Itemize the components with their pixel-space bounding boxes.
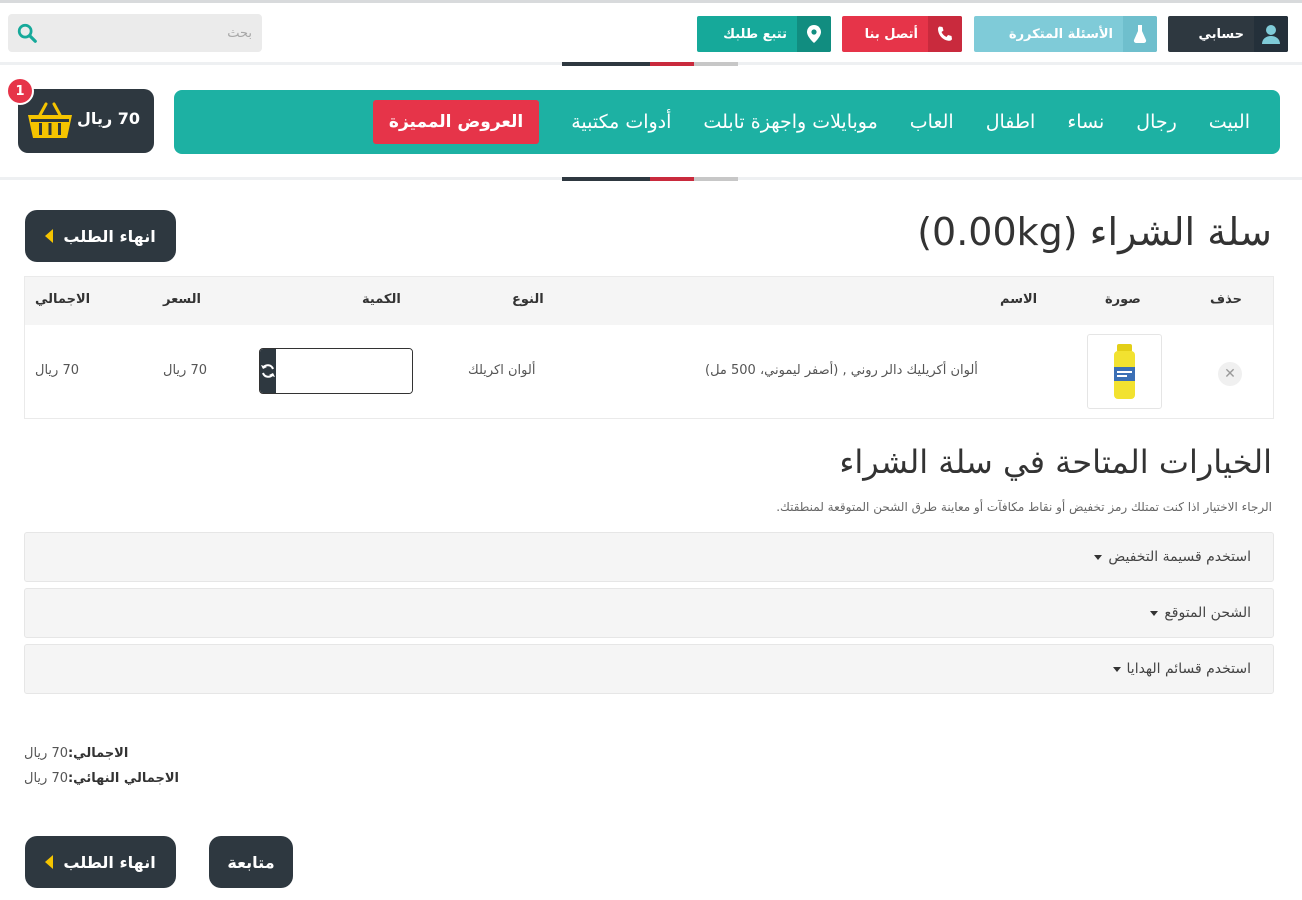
main-nav: البيت رجال نساء اطفال العاب موبايلات واج… — [174, 90, 1280, 154]
basket-icon — [28, 102, 72, 138]
table-header: حذف صورة الاسم النوع الكمية السعر الاجما… — [25, 277, 1273, 325]
product-total: 70 ريال — [35, 363, 79, 378]
header-image: صورة — [1105, 292, 1141, 307]
nav-item-kids[interactable]: اطفال — [986, 111, 1036, 133]
search-box — [8, 14, 262, 52]
decor-stripe — [562, 62, 738, 66]
product-thumbnail[interactable] — [1087, 334, 1162, 409]
flask-icon — [1123, 16, 1157, 52]
faq-button[interactable]: الأسئلة المتكررة — [974, 16, 1157, 52]
grand-total-value: 70 ريال — [24, 771, 68, 786]
quantity-field — [259, 348, 413, 394]
gift-voucher-panel-label: استخدم قسائم الهدايا — [1126, 661, 1251, 677]
totals-summary: الاجمالي: 70 ريال الاجمالي النهائي: 70 ر… — [24, 746, 179, 796]
remove-item-icon[interactable]: ✕ — [1218, 362, 1242, 386]
faq-label: الأسئلة المتكررة — [1008, 26, 1113, 42]
shipping-panel-label: الشحن المتوقع — [1164, 605, 1251, 621]
arrow-left-icon — [45, 229, 54, 243]
product-price: 70 ريال — [163, 363, 207, 378]
table-row: ✕ ألوان أكريليك دالر روني , (أصفر ليموني… — [25, 325, 1273, 418]
header-type: النوع — [512, 292, 544, 307]
caret-down-icon — [1112, 666, 1121, 672]
nav-item-offers[interactable]: العروض المميزة — [372, 100, 540, 144]
header-price: السعر — [163, 292, 201, 307]
product-type: ألوان اكريلك — [468, 363, 536, 378]
refresh-icon[interactable] — [260, 349, 276, 393]
end-order-button-top[interactable]: انهاء الطلب — [25, 210, 176, 262]
arrow-left-icon — [45, 855, 54, 869]
nav-item-women[interactable]: نساء — [1067, 111, 1104, 133]
cart-widget[interactable]: 1 70 ريال — [6, 77, 154, 153]
nav-item-home[interactable]: البيت — [1209, 111, 1250, 133]
cart-total-price: 70 ريال — [77, 109, 140, 128]
end-order-label: انهاء الطلب — [63, 852, 156, 872]
header-quantity: الكمية — [362, 292, 401, 307]
track-order-label: تتبع طلبك — [723, 26, 787, 42]
nav-item-office[interactable]: أدوات مكتبية — [571, 111, 671, 133]
grand-total-line: الاجمالي النهائي: 70 ريال — [24, 771, 179, 786]
shipping-panel[interactable]: الشحن المتوقع — [24, 588, 1274, 638]
header-delete: حذف — [1210, 292, 1242, 307]
navigation-area: 1 70 ريال البيت رجال نساء اطفال العاب مو… — [0, 62, 1302, 177]
my-account-button[interactable]: حسابي — [1168, 16, 1288, 52]
decor-stripe — [562, 177, 738, 181]
header-name: الاسم — [1000, 292, 1038, 307]
nav-item-men[interactable]: رجال — [1136, 111, 1177, 133]
contact-us-button[interactable]: أتصل بنا — [842, 16, 962, 52]
continue-label: متابعة — [227, 852, 275, 872]
nav-item-mobiles[interactable]: موبايلات واجهزة تابلت — [703, 111, 877, 133]
cart-table: حذف صورة الاسم النوع الكمية السعر الاجما… — [24, 276, 1274, 419]
location-pin-icon — [797, 16, 831, 52]
header-total: الاجمالي — [35, 292, 91, 307]
caret-down-icon — [1150, 610, 1159, 616]
phone-icon — [928, 16, 962, 52]
my-account-label: حسابي — [1198, 26, 1244, 42]
cart-page: انهاء الطلب سلة الشراء (0.00kg) حذف صورة… — [0, 177, 1302, 900]
contact-us-label: أتصل بنا — [864, 26, 918, 42]
search-icon[interactable] — [16, 22, 38, 44]
user-icon — [1254, 16, 1288, 52]
product-name[interactable]: ألوان أكريليك دالر روني , (أصفر ليموني، … — [705, 363, 978, 378]
coupon-panel-label: استخدم قسيمة التخفيض — [1108, 549, 1251, 565]
search-input[interactable] — [52, 21, 252, 45]
end-order-button-bottom[interactable]: انهاء الطلب — [25, 836, 176, 888]
options-title: الخيارات المتاحة في سلة الشراء — [839, 443, 1272, 481]
nav-item-toys[interactable]: العاب — [910, 111, 954, 133]
quantity-input[interactable] — [276, 349, 412, 393]
top-bar: تتبع طلبك أتصل بنا الأسئلة المتكررة حساب… — [0, 0, 1302, 62]
page-title: سلة الشراء (0.00kg) — [917, 210, 1272, 254]
track-order-button[interactable]: تتبع طلبك — [697, 16, 831, 52]
continue-button[interactable]: متابعة — [209, 836, 293, 888]
grand-total-label: الاجمالي النهائي: — [67, 771, 179, 786]
subtotal-label: الاجمالي: — [67, 746, 129, 761]
subtotal-line: الاجمالي: 70 ريال — [24, 746, 179, 761]
gift-voucher-panel[interactable]: استخدم قسائم الهدايا — [24, 644, 1274, 694]
paint-bottle-icon — [1114, 344, 1135, 399]
options-description: الرجاء الاختيار اذا كنت تمتلك رمز تخفيض … — [776, 500, 1272, 514]
caret-down-icon — [1094, 554, 1103, 560]
end-order-label: انهاء الطلب — [63, 226, 156, 246]
subtotal-value: 70 ريال — [24, 746, 68, 761]
coupon-panel[interactable]: استخدم قسيمة التخفيض — [24, 532, 1274, 582]
